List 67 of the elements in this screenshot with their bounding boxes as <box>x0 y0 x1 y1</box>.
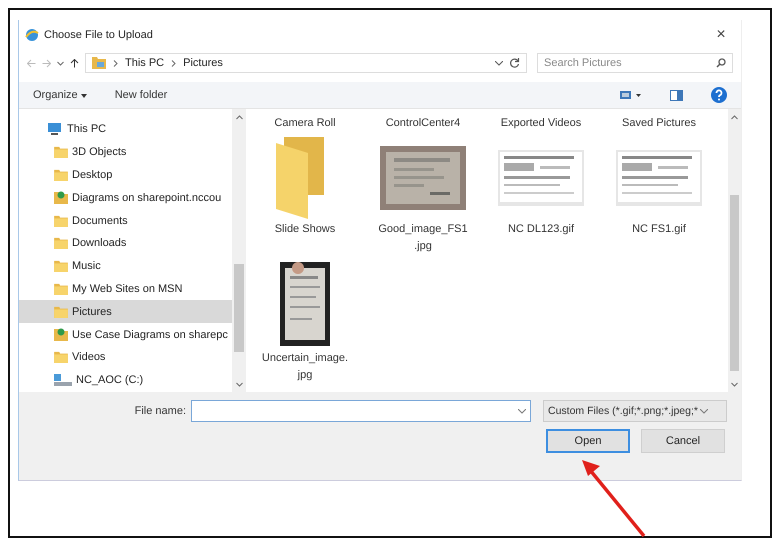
scroll-down-icon[interactable] <box>731 380 738 388</box>
breadcrumb[interactable]: Pictures <box>183 57 223 69</box>
view-options-icon[interactable] <box>620 90 642 100</box>
preview-pane-icon[interactable] <box>670 90 683 100</box>
search-icon <box>716 58 726 68</box>
sharepoint-folder-icon <box>54 191 68 204</box>
address-bar[interactable]: This PC Pictures <box>85 53 527 73</box>
file-name[interactable]: Saved Pictures <box>622 115 696 132</box>
pictures-folder-icon <box>92 57 106 69</box>
scrollbar-thumb[interactable] <box>234 264 244 352</box>
sidebar-item[interactable]: Desktop <box>19 164 232 186</box>
file-name-label: File name: <box>134 405 187 417</box>
folder-icon <box>54 351 68 364</box>
help-icon[interactable] <box>711 87 727 103</box>
folder-icon <box>54 306 68 318</box>
dialog-button[interactable]: Open <box>546 429 630 453</box>
close-button[interactable]: × <box>701 26 741 44</box>
recent-locations-icon[interactable] <box>57 60 64 66</box>
dropdown-icon[interactable] <box>495 60 503 66</box>
sidebar-item[interactable]: Videos <box>19 346 232 369</box>
drive-icon <box>54 374 72 386</box>
scroll-up-icon[interactable] <box>236 114 242 120</box>
file-name[interactable]: ControlCenter4 <box>386 115 460 132</box>
file-name[interactable]: Exported Videos <box>500 115 582 132</box>
sidebar-item[interactable]: Pictures <box>19 300 232 324</box>
computer-icon <box>47 123 63 136</box>
file-name[interactable]: Slide Shows <box>274 221 336 238</box>
dialog-button[interactable]: Cancel <box>641 429 725 453</box>
chevron-icon <box>170 60 178 66</box>
scroll-up-icon[interactable] <box>731 114 738 120</box>
sharepoint-folder-icon <box>54 328 68 342</box>
up-icon[interactable] <box>70 58 79 68</box>
dropdown-icon[interactable] <box>518 408 526 414</box>
folder-icon <box>54 146 68 158</box>
sidebar-item[interactable]: 3D Objects <box>19 140 232 164</box>
file-name[interactable]: NC FS1.gif <box>632 221 686 238</box>
file-name[interactable]: Camera Roll <box>274 115 336 132</box>
folder-icon <box>54 282 68 295</box>
chevron-icon <box>112 60 119 66</box>
folder-icon <box>54 237 68 250</box>
toolbar-button[interactable]: Organize <box>33 89 87 101</box>
caret-icon <box>80 94 87 98</box>
dropdown-icon <box>700 408 708 414</box>
file-name-field[interactable] <box>191 400 531 422</box>
file-name[interactable]: Good_image_FS1 .jpg <box>378 221 468 255</box>
sidebar-item[interactable]: This PC <box>19 118 232 141</box>
sidebar-item[interactable]: NC_AOC (C:) <box>19 368 232 392</box>
folder-icon <box>54 260 68 272</box>
folder-icon <box>54 214 68 227</box>
sidebar-item[interactable]: Documents <box>19 209 232 232</box>
refresh-icon[interactable] <box>509 58 520 68</box>
file-name[interactable]: NC DL123.gif <box>508 221 574 238</box>
sidebar-item[interactable]: Downloads <box>19 232 232 255</box>
sidebar-item[interactable]: Diagrams on sharepoint.nccou <box>19 186 232 210</box>
scroll-down-icon[interactable] <box>236 380 242 388</box>
scrollbar-thumb[interactable] <box>730 195 739 371</box>
toolbar-button[interactable]: New folder <box>114 89 168 101</box>
sidebar-item[interactable]: Use Case Diagrams on sharepc <box>19 323 232 346</box>
browser-icon <box>25 28 39 42</box>
folder-icon <box>54 168 68 181</box>
file-name[interactable]: Uncertain_image. jpg <box>262 350 348 384</box>
breadcrumb[interactable]: This PC <box>125 57 164 69</box>
window-title: Choose File to Upload <box>44 29 154 41</box>
sidebar-item[interactable]: My Web Sites on MSN <box>19 278 232 300</box>
sidebar-item[interactable]: Music <box>19 254 232 278</box>
search-field[interactable]: Search Pictures <box>537 53 733 73</box>
file-type-dropdown[interactable]: Custom Files (*.gif;*.png;*.jpeg;* <box>543 400 727 422</box>
